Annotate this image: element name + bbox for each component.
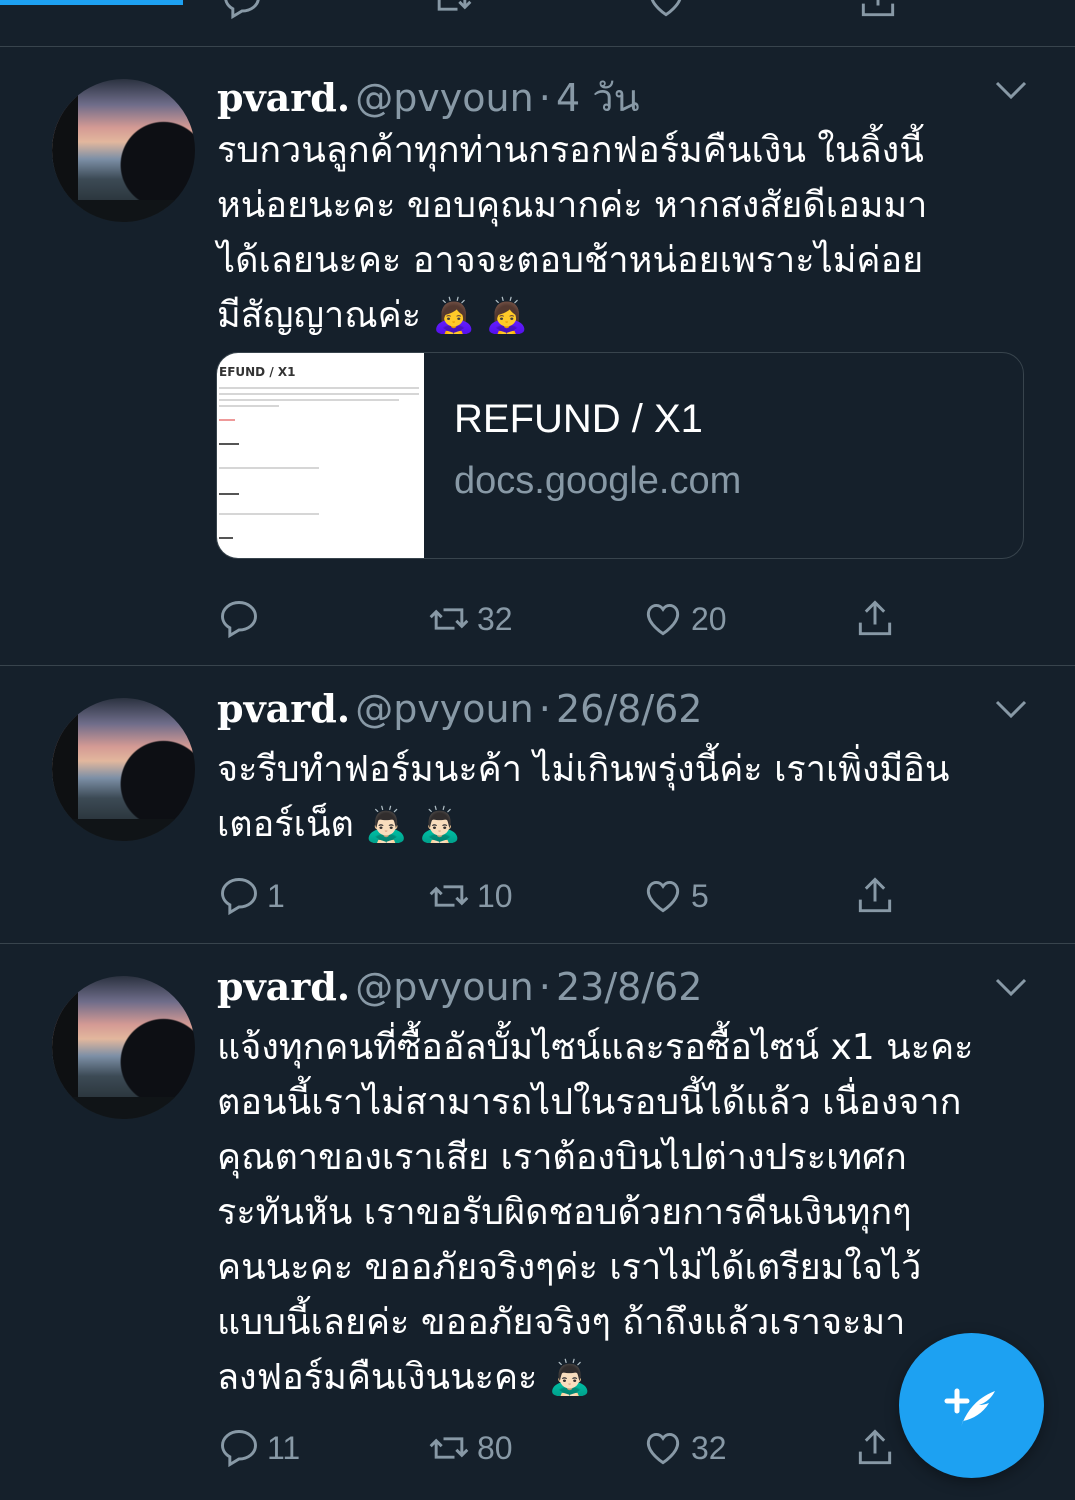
tweet-actions: 1 10 5 [217, 872, 917, 920]
separator-dot: · [538, 76, 551, 120]
separator-dot: · [538, 965, 551, 1009]
like-count: 20 [691, 600, 727, 637]
tweet-text: จะรีบทำฟอร์มนะค้า ไม่เกินพรุ่งนี้ค่ะ เรา… [217, 742, 1017, 853]
share-button[interactable] [853, 1424, 897, 1472]
user-handle: @pvyoun [355, 965, 534, 1009]
retweet-button[interactable]: 32 [427, 595, 513, 643]
tweet-text-line: รบกวนลูกค้าทุกท่านกรอกฟอร์มคืนเงิน ในลิ้… [217, 130, 924, 171]
bowing-woman-emoji: 🙇‍♀️ 🙇‍♀️ [432, 296, 529, 336]
previous-tweet-actions [0, 0, 1075, 47]
tweet-text-line: เตอร์เน็ต [217, 804, 354, 845]
tweet-text-line: หน่อยนะคะ ขอบคุณมากค่ะ หากสงสัยดีเอมมา [217, 185, 928, 226]
timestamp[interactable]: 23/8/62 [556, 965, 703, 1009]
tweet-text-line: ระทันหัน เราขอรับผิดชอบด้วยการคืนเงินทุก… [217, 1192, 912, 1233]
timestamp[interactable]: 4 วัน [556, 76, 640, 120]
tweet[interactable]: pvard. @pvyoun · 26/8/62 จะรีบทำฟอร์มนะค… [0, 666, 1075, 944]
thumbnail-title: EFUND / X1 [219, 365, 296, 379]
like-count: 5 [691, 877, 709, 914]
link-card[interactable]: EFUND / X1 REFUND / X1 docs.google.com [216, 352, 1024, 559]
reply-button[interactable] [217, 595, 267, 643]
separator-dot: · [538, 687, 551, 731]
reply-button[interactable]: 1 [217, 872, 285, 920]
chevron-down-icon[interactable] [991, 972, 1031, 1002]
retweet-icon [429, 885, 469, 907]
avatar[interactable] [52, 976, 195, 1119]
bowing-man-emoji: 🙇🏻‍♂️ [548, 1358, 592, 1398]
chevron-down-icon[interactable] [991, 75, 1031, 105]
retweet-button[interactable]: 10 [427, 872, 513, 920]
tweet-text-line: แจ้งทุกคนที่ซื้ออัลบั้มไซน์และรอซื้อไซน์… [217, 1027, 974, 1068]
share-icon[interactable] [856, 0, 900, 22]
like-count: 32 [691, 1429, 727, 1466]
tweet-text-line: มีสัญญาณค่ะ [217, 295, 422, 336]
compose-tweet-button[interactable] [899, 1333, 1044, 1478]
tweet[interactable]: pvard. @pvyoun · 4 วัน รบกวนลูกค้าทุกท่า… [0, 47, 1075, 666]
retweet-count: 80 [477, 1429, 513, 1466]
card-domain: docs.google.com [454, 460, 742, 502]
like-button[interactable]: 5 [641, 872, 709, 920]
tweet-header: pvard. @pvyoun · 26/8/62 [217, 686, 702, 731]
user-handle: @pvyoun [355, 76, 534, 120]
display-name[interactable]: pvard. [217, 686, 350, 731]
tweet-text-line: คุณตาของเราเสีย เราต้องบินไปต่างประเทศก [217, 1137, 907, 1178]
display-name[interactable]: pvard. [217, 75, 350, 120]
like-button[interactable]: 32 [641, 1424, 727, 1472]
share-button[interactable] [853, 872, 897, 920]
retweet-count: 32 [477, 600, 513, 637]
card-title: REFUND / X1 [454, 397, 703, 441]
retweet-icon [429, 1437, 469, 1459]
heart-icon[interactable] [644, 0, 688, 22]
tweet-text: รบกวนลูกค้าทุกท่านกรอกฟอร์มคืนเงิน ในลิ้… [217, 123, 1017, 344]
compose-tweet-icon [944, 1388, 995, 1427]
tweet-text-line: คนนะคะ ขออภัยจริงๆค่ะ เราไม่ได้เตรียมใจไ… [217, 1247, 922, 1288]
reply-icon [221, 878, 257, 916]
reply-icon [221, 601, 257, 639]
share-icon [858, 1429, 892, 1465]
tweet-text: แจ้งทุกคนที่ซื้ออัลบั้มไซน์และรอซื้อไซน์… [217, 1020, 1017, 1406]
tweet-text-line: ได้เลยนะคะ อาจจะตอบช้าหน่อยเพราะไม่ค่อย [217, 240, 924, 281]
reply-count: 11 [267, 1429, 301, 1466]
reply-icon [221, 1430, 257, 1468]
tweet-actions: 11 80 32 [217, 1424, 917, 1472]
like-button[interactable]: 20 [641, 595, 727, 643]
avatar[interactable] [52, 79, 195, 222]
display-name[interactable]: pvard. [217, 964, 350, 1009]
chevron-down-icon[interactable] [991, 694, 1031, 724]
share-icon [858, 600, 892, 636]
share-button[interactable] [853, 595, 897, 643]
bowing-man-emoji: 🙇🏻‍♂️ 🙇🏻‍♂️ [365, 805, 461, 845]
retweet-icon [429, 608, 469, 630]
tweet-actions: 32 20 [217, 595, 917, 643]
reply-icon[interactable] [220, 0, 264, 22]
heart-icon [646, 1432, 680, 1465]
retweet-icon[interactable] [430, 0, 474, 22]
tweet-text-line: แบบนี้เลยค่ะ ขออภัยจริงๆ ถ้าถึงแล้วเราจะ… [217, 1302, 906, 1343]
retweet-button[interactable]: 80 [427, 1424, 513, 1472]
tweet-text-line: ลงฟอร์มคืนเงินนะคะ [217, 1357, 538, 1398]
tweet-text-line: ตอนนี้เราไม่สามารถไปในรอบนี้ได้แล้ว เนื่… [217, 1082, 962, 1123]
retweet-count: 10 [477, 877, 513, 914]
share-icon [858, 877, 892, 913]
tweet-header: pvard. @pvyoun · 23/8/62 [217, 964, 702, 1009]
heart-icon [646, 880, 680, 913]
timestamp[interactable]: 26/8/62 [556, 687, 703, 731]
reply-count: 1 [267, 877, 285, 914]
tweet-text-line: จะรีบทำฟอร์มนะค้า ไม่เกินพรุ่งนี้ค่ะ เรา… [217, 749, 950, 790]
card-thumbnail: EFUND / X1 [217, 353, 424, 558]
avatar[interactable] [52, 698, 195, 841]
heart-icon [646, 603, 680, 636]
user-handle: @pvyoun [355, 687, 534, 731]
reply-button[interactable]: 11 [217, 1424, 300, 1472]
tweet-header: pvard. @pvyoun · 4 วัน [217, 67, 640, 128]
